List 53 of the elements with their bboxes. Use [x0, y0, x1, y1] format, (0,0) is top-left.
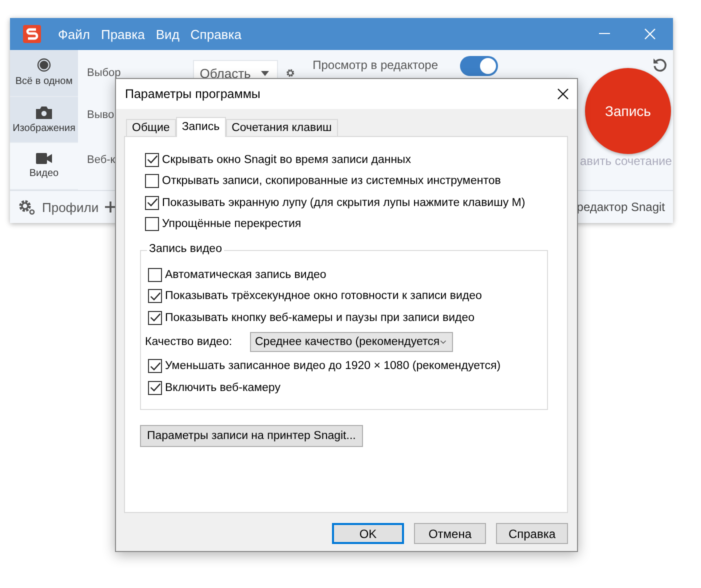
- checkbox[interactable]: [145, 196, 159, 210]
- option-label: Скрывать окно Snagit во время записи данных: [162, 154, 412, 166]
- quality-label: Качество видео:: [145, 336, 234, 348]
- checkbox[interactable]: [145, 174, 159, 188]
- settings-icon[interactable]: [18, 199, 36, 215]
- mode-tab[interactable]: Всё в одном: [10, 50, 78, 97]
- logo-icon: [23, 25, 41, 43]
- option-label: Показывать кнопку веб-камеры и паузы при записи видео: [165, 312, 475, 324]
- option-label: Показывать трёхсекундное окно готовности к записи видео: [165, 290, 482, 302]
- option-label: Уменьшать записанное видео до 1920 × 1080 (рекомендуется): [165, 360, 501, 372]
- video-camera-icon: [36, 153, 52, 164]
- checkbox[interactable]: [148, 310, 162, 325]
- menu-item[interactable]: Файл: [58, 26, 90, 42]
- record-button[interactable]: Запись: [585, 68, 671, 154]
- preview-toggle[interactable]: [460, 56, 498, 76]
- tab[interactable]: Сочетания клавиш: [226, 119, 338, 136]
- caret-icon: [260, 70, 269, 76]
- capture-label: Веб-к: [87, 154, 116, 166]
- checkbox[interactable]: [148, 268, 162, 282]
- menu-item[interactable]: Правка: [100, 26, 145, 42]
- option-label: Показывать экранную лупу (для скрытия лупы нажмите клавишу M): [162, 196, 526, 209]
- checkbox[interactable]: [145, 152, 159, 167]
- checkbox[interactable]: [145, 217, 159, 232]
- chevron-icon: [440, 339, 446, 345]
- group-legend: Запись видео: [147, 243, 224, 255]
- dialog-button[interactable]: Справка: [496, 523, 568, 544]
- menu-item[interactable]: Справка: [190, 26, 242, 42]
- capture-label: Выбор: [87, 67, 121, 79]
- mode-tab[interactable]: Изображения: [10, 96, 78, 144]
- menu-item[interactable]: Вид: [156, 26, 180, 42]
- editor-link[interactable]: редактор Snagit: [576, 200, 665, 214]
- checkbox[interactable]: [148, 359, 162, 374]
- checkbox[interactable]: [148, 289, 162, 304]
- camera-icon: [36, 106, 52, 118]
- preview-label: Просмотр в редакторе: [312, 58, 438, 72]
- close-icon[interactable]: [557, 88, 569, 100]
- printer-settings-button[interactable]: Параметры записи на принтер Snagit...: [140, 425, 363, 447]
- dialog-button[interactable]: OK: [332, 523, 404, 544]
- reset-icon[interactable]: [652, 57, 668, 73]
- option-label: Открывать записи, скопированные из системных инструментов: [162, 175, 501, 188]
- option-label: Упрощённые перекрестия: [162, 218, 302, 230]
- quality-dropdown[interactable]: Среднее качество (рекомендуется: [250, 332, 453, 352]
- tab[interactable]: Общие: [126, 119, 176, 136]
- option-label: Включить веб-камеру: [165, 382, 280, 394]
- dialog-title: Параметры программы: [125, 87, 260, 101]
- capture-label: Выво: [87, 109, 114, 121]
- option-label: Автоматическая запись видео: [165, 268, 326, 281]
- mode-tab[interactable]: Видео: [10, 143, 78, 190]
- record-icon: [37, 58, 51, 72]
- tab[interactable]: Запись: [176, 117, 226, 137]
- dialog-button[interactable]: Отмена: [414, 523, 486, 544]
- profiles-link[interactable]: Профили: [42, 200, 99, 214]
- checkbox[interactable]: [148, 380, 162, 395]
